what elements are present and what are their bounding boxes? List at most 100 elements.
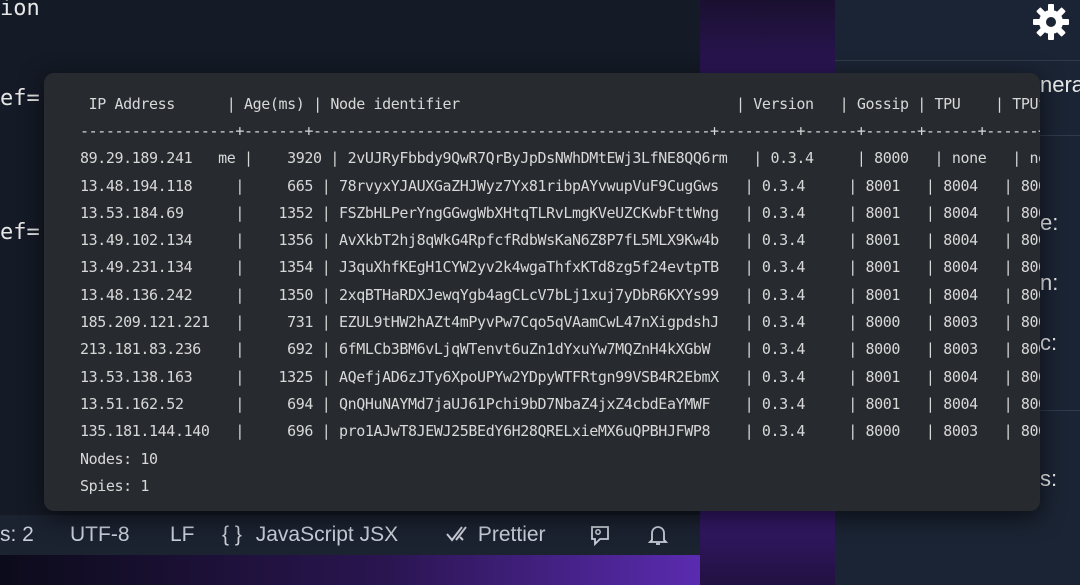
column-separator: | <box>925 149 952 168</box>
column-header: Gossip <box>848 95 918 113</box>
table-cell: 0.3.4 <box>761 285 840 304</box>
table-cell: 8000 <box>865 313 918 332</box>
column-separator: | <box>917 422 944 441</box>
table-cell: 13.49.102.134 <box>80 231 227 250</box>
code-line: ef= <box>0 220 40 245</box>
table-cell: 694 <box>252 394 314 413</box>
column-separator: | <box>839 95 849 113</box>
panel-label: c: <box>1040 330 1058 355</box>
table-row: 13.49.102.134 | 1356 | AvXkbT2hj8qWkG4Rp… <box>80 227 1040 254</box>
column-header: Node identifier <box>321 95 736 113</box>
column-separator: | <box>313 394 339 413</box>
column-separator: | <box>313 203 339 222</box>
table-cell: 8004 <box>943 258 995 277</box>
table-cell: 0.3.4 <box>761 231 840 250</box>
column-separator: | <box>226 258 253 277</box>
table-cell: 8004 <box>1020 340 1040 359</box>
table-cell: 8004 <box>943 203 995 222</box>
table-cell: 1354 <box>252 258 314 277</box>
table-cell: 8001 <box>865 367 918 386</box>
language-mode-status[interactable]: { } JavaScript JSX <box>222 523 398 547</box>
desktop-wallpaper-bottom <box>0 555 700 585</box>
table-cell: 8005 <box>1020 231 1040 250</box>
column-separator: | <box>735 258 762 277</box>
column-separator: | <box>994 422 1021 441</box>
column-separator: | <box>313 95 322 113</box>
column-separator: | <box>994 313 1021 332</box>
column-separator: | <box>313 422 339 441</box>
column-separator: | <box>735 422 762 441</box>
table-cell: 8005 <box>1020 258 1040 277</box>
column-separator: | <box>735 176 762 195</box>
column-separator: | <box>839 176 866 195</box>
column-separator: | <box>313 313 339 332</box>
panel-label: s: <box>1040 466 1058 491</box>
gear-icon[interactable] <box>1031 2 1071 42</box>
double-check-icon <box>446 524 472 550</box>
column-header: Age(ms) <box>235 95 314 113</box>
column-separator: | <box>917 367 944 386</box>
column-separator: | <box>313 285 339 304</box>
column-header: Version <box>744 95 840 113</box>
column-separator: | <box>226 422 253 441</box>
table-cell: 692 <box>252 340 314 359</box>
table-cell: 13.53.184.69 <box>80 203 227 222</box>
table-cell: 8004 <box>943 367 995 386</box>
table-cell: 1350 <box>252 285 314 304</box>
column-separator: | <box>917 340 944 359</box>
feedback-icon[interactable] <box>588 524 612 548</box>
table-row: 13.49.231.134 | 1354 | J3quXhfKEgH1CYW2y… <box>80 254 1040 281</box>
column-separator: | <box>313 176 339 195</box>
table-cell: 89.29.189.241 me <box>80 149 236 168</box>
column-separator: | <box>839 340 866 359</box>
braces-icon: { } <box>222 523 242 546</box>
column-separator: | <box>735 394 762 413</box>
table-cell: QnQHuNAYMd7jaUJ61Pchi9bD7NbaZ4jxZ4cbdEaY… <box>338 394 736 413</box>
column-separator: | <box>226 95 236 113</box>
column-separator: | <box>226 231 253 250</box>
table-cell: 8001 <box>865 285 918 304</box>
column-separator: | <box>917 313 944 332</box>
column-separator: | <box>226 340 253 359</box>
nodes-count: Nodes: 10 <box>80 449 158 468</box>
table-separator-line: ------------------+-------+-------------… <box>80 122 1040 140</box>
table-cell: 1352 <box>252 203 314 222</box>
table-cell: 0.3.4 <box>761 394 840 413</box>
table-cell: 13.48.136.242 <box>80 285 227 304</box>
column-header: IP Address <box>80 95 227 113</box>
panel-label: n: <box>1040 270 1059 295</box>
code-line: ion <box>0 0 40 21</box>
table-cell: 13.49.231.134 <box>80 258 227 277</box>
column-separator: | <box>839 285 866 304</box>
panel-divider <box>835 60 1080 61</box>
column-separator: | <box>735 285 762 304</box>
table-row: 213.181.83.236 | 692 | 6fMLCb3BM6vLjqWTe… <box>80 336 1040 363</box>
table-row: 13.51.162.52 | 694 | QnQHuNAYMd7jaUJ61Pc… <box>80 391 1040 418</box>
prettier-status[interactable]: Prettier <box>446 523 546 550</box>
table-cell: 8005 <box>1020 176 1040 195</box>
table-cell: 8004 <box>1020 422 1040 441</box>
column-separator: | <box>994 285 1021 304</box>
table-cell: 213.181.83.236 <box>80 340 227 359</box>
column-separator: | <box>917 285 944 304</box>
table-cell: 0.3.4 <box>761 203 840 222</box>
language-label: JavaScript JSX <box>255 523 399 546</box>
column-separator: | <box>735 340 762 359</box>
code-line: ef= <box>0 86 40 111</box>
table-row: 13.48.136.242 | 1350 | 2xqBTHaRDXJewqYgb… <box>80 282 1040 309</box>
table-cell: 78rvyxYJAUXGaZHJWyz7Yx81ribpAYvwupVuF9Cu… <box>338 176 736 195</box>
encoding-status[interactable]: UTF-8 <box>70 523 130 547</box>
column-header: TPU <box>925 95 995 113</box>
bell-icon[interactable] <box>646 523 670 547</box>
column-separator: | <box>313 340 339 359</box>
line-ending-status[interactable]: LF <box>170 523 195 547</box>
table-cell: 8004 <box>943 285 995 304</box>
column-separator: | <box>226 367 253 386</box>
table-cell: 8001 <box>865 231 918 250</box>
column-separator: | <box>994 231 1021 250</box>
gossip-table-popup[interactable]: IP Address | Age(ms) | Node identifier |… <box>44 73 1040 511</box>
column-separator: | <box>917 176 944 195</box>
indentation-status[interactable]: s: 2 <box>0 523 34 547</box>
table-cell: 0.3.4 <box>761 313 840 332</box>
table-cell: 13.51.162.52 <box>80 394 227 413</box>
